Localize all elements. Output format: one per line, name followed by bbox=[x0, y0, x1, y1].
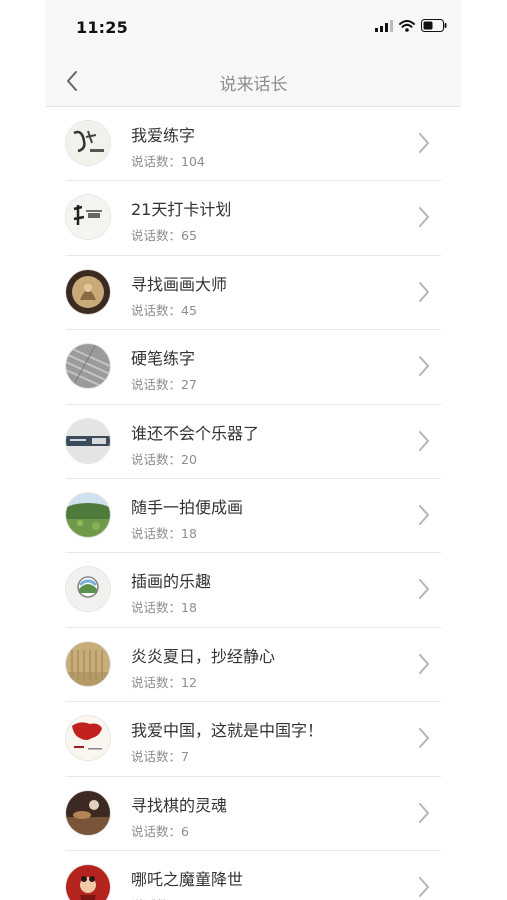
count-label: 说话数： bbox=[131, 600, 182, 616]
topic-count: 说话数：65 bbox=[131, 225, 197, 244]
topic-title: 插画的乐趣 bbox=[131, 572, 212, 592]
chevron-right-icon bbox=[419, 579, 429, 600]
topic-thumbnail bbox=[66, 567, 110, 612]
topic-title: 我爱中国，这就是中国字！ bbox=[131, 721, 324, 741]
topic-count: 说话数：27 bbox=[131, 374, 197, 393]
count-label: 说话数： bbox=[131, 674, 182, 690]
chevron-right-icon bbox=[419, 356, 429, 377]
navigation-bar: 说来话长 bbox=[46, 56, 461, 107]
battery-icon bbox=[421, 17, 447, 36]
topic-title: 21天打卡计划 bbox=[131, 200, 232, 220]
topic-title: 寻找棋的灵魂 bbox=[131, 795, 228, 815]
count-label: 说话数： bbox=[131, 377, 182, 393]
topic-row[interactable]: 21天打卡计划 说话数：65 bbox=[46, 181, 461, 256]
topic-title: 寻找画画大师 bbox=[131, 274, 228, 294]
app-screen: 11:25 说来话长 我爱练字 说话数：104 21天打卡计划 说话数：65 寻… bbox=[46, 0, 461, 900]
status-time: 11:25 bbox=[76, 18, 128, 37]
count-value: 27 bbox=[181, 377, 197, 393]
status-icons bbox=[375, 17, 447, 36]
chevron-right-icon bbox=[419, 802, 429, 823]
count-value: 45 bbox=[181, 302, 197, 318]
topic-row[interactable]: 我爱练字 说话数：104 bbox=[46, 107, 461, 182]
count-value: 65 bbox=[181, 228, 197, 244]
chevron-right-icon bbox=[419, 728, 429, 749]
chevron-right-icon bbox=[419, 653, 429, 674]
topic-thumbnail bbox=[66, 790, 110, 835]
topic-thumbnail bbox=[66, 864, 110, 900]
page-title: 说来话长 bbox=[219, 75, 288, 95]
count-label: 说话数： bbox=[131, 749, 182, 765]
count-value: 12 bbox=[181, 674, 197, 690]
chevron-right-icon bbox=[419, 133, 429, 153]
topic-count: 说话数：45 bbox=[131, 300, 197, 319]
count-label: 说话数： bbox=[131, 525, 182, 541]
chevron-right-icon bbox=[419, 876, 429, 897]
topic-list: 我爱练字 说话数：104 21天打卡计划 说话数：65 寻找画画大师 说话数：4… bbox=[46, 107, 461, 900]
topic-thumbnail bbox=[66, 641, 110, 686]
topic-count: 说话数：7 bbox=[131, 746, 189, 765]
topic-row[interactable]: 炎炎夏日，抄经静心 说话数：12 bbox=[46, 628, 461, 703]
count-label: 说话数： bbox=[131, 823, 182, 839]
topic-row[interactable]: 谁还不会个乐器了 说话数：20 bbox=[46, 405, 461, 479]
topic-thumbnail bbox=[66, 195, 110, 240]
chevron-right-icon bbox=[419, 207, 429, 228]
signal-icon bbox=[375, 17, 393, 36]
wifi-icon bbox=[399, 17, 415, 36]
topic-title: 随手一拍便成画 bbox=[131, 497, 244, 517]
count-label: 说话数： bbox=[131, 228, 182, 244]
topic-thumbnail bbox=[66, 492, 110, 537]
count-value: 7 bbox=[181, 749, 189, 765]
topic-row[interactable]: 硬笔练字 说话数：27 bbox=[46, 330, 461, 405]
topic-count: 说话数：5 bbox=[131, 895, 189, 900]
topic-count: 说话数：20 bbox=[131, 449, 197, 468]
topic-row[interactable]: 插画的乐趣 说话数：18 bbox=[46, 553, 461, 628]
topic-title: 我爱练字 bbox=[131, 126, 196, 145]
topic-row[interactable]: 我爱中国，这就是中国字！ 说话数：7 bbox=[46, 702, 461, 777]
topic-title: 炎炎夏日，抄经静心 bbox=[131, 646, 276, 666]
count-label: 说话数： bbox=[131, 451, 182, 467]
topic-thumbnail bbox=[66, 418, 110, 463]
topic-count: 说话数：12 bbox=[131, 672, 197, 691]
topic-row[interactable]: 寻找棋的灵魂 说话数：6 bbox=[46, 777, 461, 851]
topic-row[interactable]: 随手一拍便成画 说话数：18 bbox=[46, 479, 461, 554]
topic-count: 说话数：104 bbox=[131, 151, 205, 170]
count-label: 说话数： bbox=[131, 302, 182, 318]
count-value: 20 bbox=[181, 451, 197, 467]
topic-thumbnail bbox=[66, 716, 110, 761]
chevron-right-icon bbox=[419, 281, 429, 302]
count-label: 说话数： bbox=[131, 154, 182, 169]
count-value: 6 bbox=[181, 823, 189, 839]
topic-thumbnail bbox=[66, 269, 110, 314]
topic-thumbnail bbox=[66, 121, 110, 165]
count-value: 18 bbox=[181, 525, 197, 541]
topic-row[interactable]: 哪吒之魔童降世 说话数：5 bbox=[46, 851, 461, 900]
topic-count: 说话数：6 bbox=[131, 821, 189, 840]
topic-title: 硬笔练字 bbox=[131, 349, 196, 369]
count-value: 104 bbox=[181, 154, 205, 169]
topic-thumbnail bbox=[66, 344, 110, 389]
status-bar: 11:25 bbox=[46, 0, 461, 56]
topic-count: 说话数：18 bbox=[131, 523, 197, 542]
chevron-right-icon bbox=[419, 504, 429, 525]
topic-title: 哪吒之魔童降世 bbox=[131, 869, 244, 889]
count-value: 18 bbox=[181, 600, 197, 616]
topic-title: 谁还不会个乐器了 bbox=[131, 423, 260, 443]
topic-row[interactable]: 寻找画画大师 说话数：45 bbox=[46, 256, 461, 331]
topic-count: 说话数：18 bbox=[131, 597, 197, 616]
chevron-right-icon bbox=[419, 430, 429, 451]
